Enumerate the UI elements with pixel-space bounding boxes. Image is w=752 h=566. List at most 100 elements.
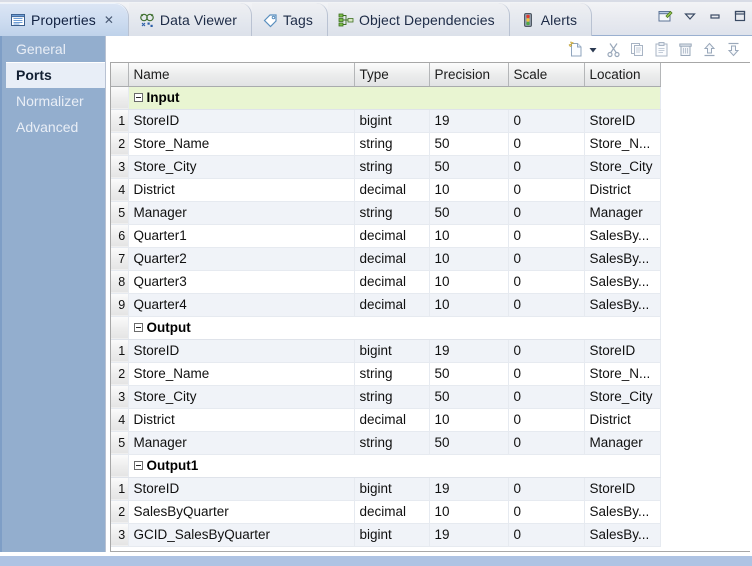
port-location-cell[interactable]: SalesBy... bbox=[584, 500, 661, 524]
port-type-cell[interactable]: decimal bbox=[354, 270, 430, 294]
port-scale-cell[interactable]: 0 bbox=[508, 109, 585, 133]
port-name-cell[interactable]: Quarter4 bbox=[128, 293, 355, 317]
column-header-name[interactable]: Name bbox=[128, 63, 355, 87]
port-location-cell[interactable]: Manager bbox=[584, 431, 661, 455]
sidebar-item-advanced[interactable]: Advanced bbox=[2, 114, 105, 140]
port-type-cell[interactable]: string bbox=[354, 385, 430, 409]
port-location-cell[interactable]: SalesBy... bbox=[584, 293, 661, 317]
table-row[interactable]: 8 Quarter3 decimal 10 0 SalesBy... bbox=[111, 270, 661, 294]
close-icon[interactable]: ✕ bbox=[104, 13, 114, 27]
port-name-cell[interactable]: GCID_SalesByQuarter bbox=[128, 523, 355, 547]
column-header-scale[interactable]: Scale bbox=[508, 63, 585, 87]
port-type-cell[interactable]: string bbox=[354, 132, 430, 156]
sidebar-item-ports[interactable]: Ports bbox=[6, 62, 105, 88]
group-header-row[interactable]: Output bbox=[111, 316, 661, 340]
port-location-cell[interactable]: StoreID bbox=[584, 477, 661, 501]
port-precision-cell[interactable]: 50 bbox=[429, 155, 509, 179]
port-name-cell[interactable]: Manager bbox=[128, 431, 355, 455]
maximize-icon[interactable] bbox=[732, 8, 748, 24]
port-type-cell[interactable]: string bbox=[354, 362, 430, 386]
view-menu-pin-icon[interactable] bbox=[657, 8, 673, 24]
port-type-cell[interactable]: decimal bbox=[354, 178, 430, 202]
port-precision-cell[interactable]: 10 bbox=[429, 408, 509, 432]
port-location-cell[interactable]: District bbox=[584, 408, 661, 432]
port-name-cell[interactable]: StoreID bbox=[128, 109, 355, 133]
port-type-cell[interactable]: bigint bbox=[354, 523, 430, 547]
port-precision-cell[interactable]: 50 bbox=[429, 201, 509, 225]
port-type-cell[interactable]: bigint bbox=[354, 339, 430, 363]
port-location-cell[interactable]: Manager bbox=[584, 201, 661, 225]
port-location-cell[interactable]: StoreID bbox=[584, 109, 661, 133]
table-row[interactable]: 7 Quarter2 decimal 10 0 SalesBy... bbox=[111, 247, 661, 271]
port-location-cell[interactable]: SalesBy... bbox=[584, 270, 661, 294]
port-precision-cell[interactable]: 19 bbox=[429, 523, 509, 547]
table-row[interactable]: 4 District decimal 10 0 District bbox=[111, 178, 661, 202]
port-type-cell[interactable]: bigint bbox=[354, 477, 430, 501]
new-port-icon[interactable] bbox=[567, 41, 584, 58]
table-row[interactable]: 5 Manager string 50 0 Manager bbox=[111, 431, 661, 455]
table-row[interactable]: 1 StoreID bigint 19 0 StoreID bbox=[111, 109, 661, 133]
table-row[interactable]: 9 Quarter4 decimal 10 0 SalesBy... bbox=[111, 293, 661, 317]
port-scale-cell[interactable]: 0 bbox=[508, 523, 585, 547]
table-row[interactable]: 2 SalesByQuarter decimal 10 0 SalesBy... bbox=[111, 500, 661, 524]
table-row[interactable]: 3 GCID_SalesByQuarter bigint 19 0 SalesBy... bbox=[111, 523, 661, 547]
port-type-cell[interactable]: decimal bbox=[354, 224, 430, 248]
table-row[interactable]: 2 Store_Name string 50 0 Store_N... bbox=[111, 132, 661, 156]
port-precision-cell[interactable]: 19 bbox=[429, 477, 509, 501]
port-precision-cell[interactable]: 10 bbox=[429, 293, 509, 317]
port-name-cell[interactable]: Store_Name bbox=[128, 362, 355, 386]
port-precision-cell[interactable]: 50 bbox=[429, 362, 509, 386]
port-type-cell[interactable]: string bbox=[354, 155, 430, 179]
port-scale-cell[interactable]: 0 bbox=[508, 362, 585, 386]
port-name-cell[interactable]: District bbox=[128, 178, 355, 202]
view-menu-chevron-down-icon[interactable] bbox=[682, 8, 698, 24]
minimize-icon[interactable] bbox=[707, 8, 723, 24]
port-precision-cell[interactable]: 19 bbox=[429, 339, 509, 363]
port-name-cell[interactable]: Store_Name bbox=[128, 132, 355, 156]
port-precision-cell[interactable]: 10 bbox=[429, 224, 509, 248]
new-port-dropdown-arrow-icon[interactable] bbox=[588, 41, 598, 58]
tab-data-viewer[interactable]: Data Viewer bbox=[128, 3, 252, 36]
tab-properties[interactable]: Properties ✕ bbox=[0, 3, 129, 36]
column-header-location[interactable]: Location bbox=[584, 63, 661, 87]
port-name-cell[interactable]: Manager bbox=[128, 201, 355, 225]
port-location-cell[interactable]: Store_City bbox=[584, 385, 661, 409]
port-type-cell[interactable]: string bbox=[354, 201, 430, 225]
table-row[interactable]: 1 StoreID bigint 19 0 StoreID bbox=[111, 339, 661, 363]
table-row[interactable]: 3 Store_City string 50 0 Store_City bbox=[111, 385, 661, 409]
column-header-precision[interactable]: Precision bbox=[429, 63, 509, 87]
sidebar-item-general[interactable]: General bbox=[2, 36, 105, 62]
port-name-cell[interactable]: Quarter2 bbox=[128, 247, 355, 271]
port-name-cell[interactable]: Store_City bbox=[128, 155, 355, 179]
tab-object-dependencies[interactable]: Object Dependencies bbox=[327, 3, 510, 36]
port-location-cell[interactable]: SalesBy... bbox=[584, 523, 661, 547]
table-row[interactable]: 5 Manager string 50 0 Manager bbox=[111, 201, 661, 225]
port-precision-cell[interactable]: 50 bbox=[429, 385, 509, 409]
port-type-cell[interactable]: decimal bbox=[354, 293, 430, 317]
port-scale-cell[interactable]: 0 bbox=[508, 431, 585, 455]
port-scale-cell[interactable]: 0 bbox=[508, 408, 585, 432]
port-type-cell[interactable]: decimal bbox=[354, 408, 430, 432]
port-scale-cell[interactable]: 0 bbox=[508, 201, 585, 225]
group-header-row[interactable]: Output1 bbox=[111, 454, 661, 478]
port-name-cell[interactable]: District bbox=[128, 408, 355, 432]
tab-tags[interactable]: Tags bbox=[251, 3, 328, 36]
port-type-cell[interactable]: decimal bbox=[354, 500, 430, 524]
port-location-cell[interactable]: District bbox=[584, 178, 661, 202]
port-precision-cell[interactable]: 50 bbox=[429, 132, 509, 156]
table-row[interactable]: 2 Store_Name string 50 0 Store_N... bbox=[111, 362, 661, 386]
port-scale-cell[interactable]: 0 bbox=[508, 293, 585, 317]
port-scale-cell[interactable]: 0 bbox=[508, 385, 585, 409]
sidebar-item-normalizer[interactable]: Normalizer bbox=[2, 88, 105, 114]
table-row[interactable]: 3 Store_City string 50 0 Store_City bbox=[111, 155, 661, 179]
table-row[interactable]: 6 Quarter1 decimal 10 0 SalesBy... bbox=[111, 224, 661, 248]
port-location-cell[interactable]: StoreID bbox=[584, 339, 661, 363]
port-type-cell[interactable]: decimal bbox=[354, 247, 430, 271]
port-location-cell[interactable]: Store_N... bbox=[584, 362, 661, 386]
port-precision-cell[interactable]: 19 bbox=[429, 109, 509, 133]
port-scale-cell[interactable]: 0 bbox=[508, 155, 585, 179]
port-precision-cell[interactable]: 10 bbox=[429, 247, 509, 271]
port-type-cell[interactable]: string bbox=[354, 431, 430, 455]
port-name-cell[interactable]: StoreID bbox=[128, 339, 355, 363]
group-header-row[interactable]: Input bbox=[111, 86, 661, 110]
